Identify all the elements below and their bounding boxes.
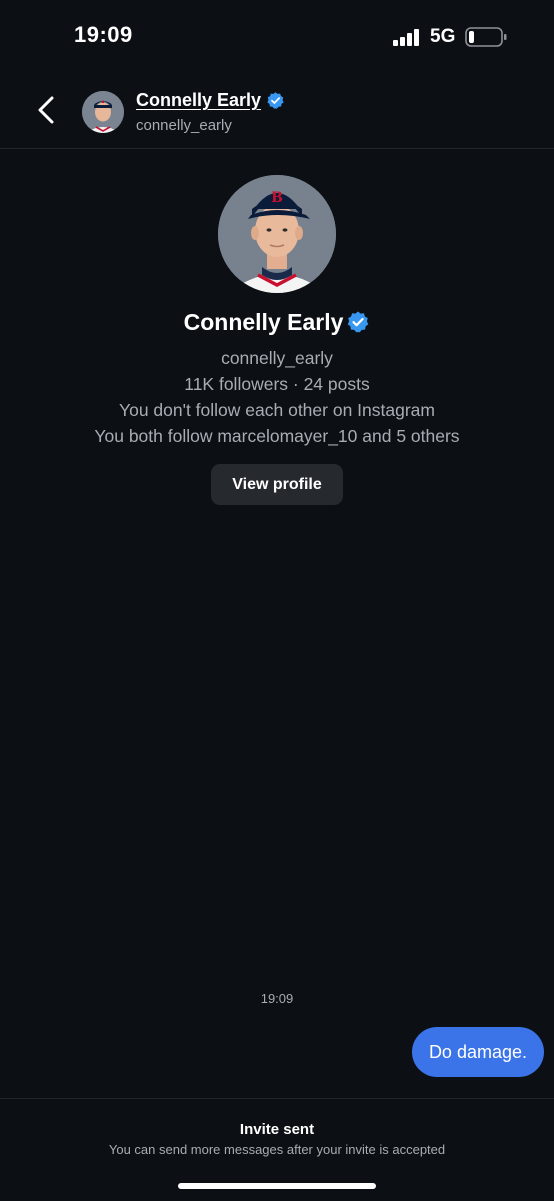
profile-stats: 11K followers · 24 posts [184, 374, 370, 394]
verified-badge-icon [267, 92, 284, 109]
player-photo-icon [82, 91, 124, 133]
player-photo-icon: B [218, 175, 336, 293]
profile-card: B Connelly Early connelly_early 11K foll… [0, 175, 554, 505]
svg-text:B: B [271, 190, 283, 206]
sent-message-bubble[interactable]: Do damage. [411, 1027, 544, 1077]
invite-status-title: Invite sent [239, 1121, 315, 1138]
status-bar: 19:09 5G [0, 0, 554, 76]
header-name-link[interactable]: Connelly Early [136, 90, 285, 111]
follow-status: You don't follow each other on Instagram [119, 400, 435, 420]
status-time: 19:09 [74, 22, 133, 47]
header-handle: connelly_early [136, 117, 232, 134]
header-name: Connelly Early [136, 90, 262, 110]
chat-header: Connelly Early connelly_early [0, 76, 554, 149]
signal-bars-icon [393, 29, 419, 46]
network-label: 5G [430, 26, 456, 47]
profile-avatar[interactable]: B [218, 175, 336, 293]
invite-status-subtitle: You can send more messages after your in… [108, 1142, 446, 1157]
message-timestamp: 19:09 [260, 991, 294, 1006]
mutual-followers: You both follow marcelomayer_10 and 5 ot… [94, 426, 460, 446]
view-profile-button[interactable]: View profile [211, 464, 343, 505]
verified-badge-icon [348, 311, 369, 333]
home-indicator[interactable] [178, 1183, 376, 1189]
profile-name: Connelly Early [183, 308, 344, 335]
header-avatar[interactable] [82, 91, 124, 133]
battery-low-icon [465, 27, 507, 47]
profile-handle: connelly_early [221, 348, 333, 368]
chevron-left-icon[interactable] [28, 90, 64, 130]
profile-name-row: Connelly Early [0, 307, 554, 337]
